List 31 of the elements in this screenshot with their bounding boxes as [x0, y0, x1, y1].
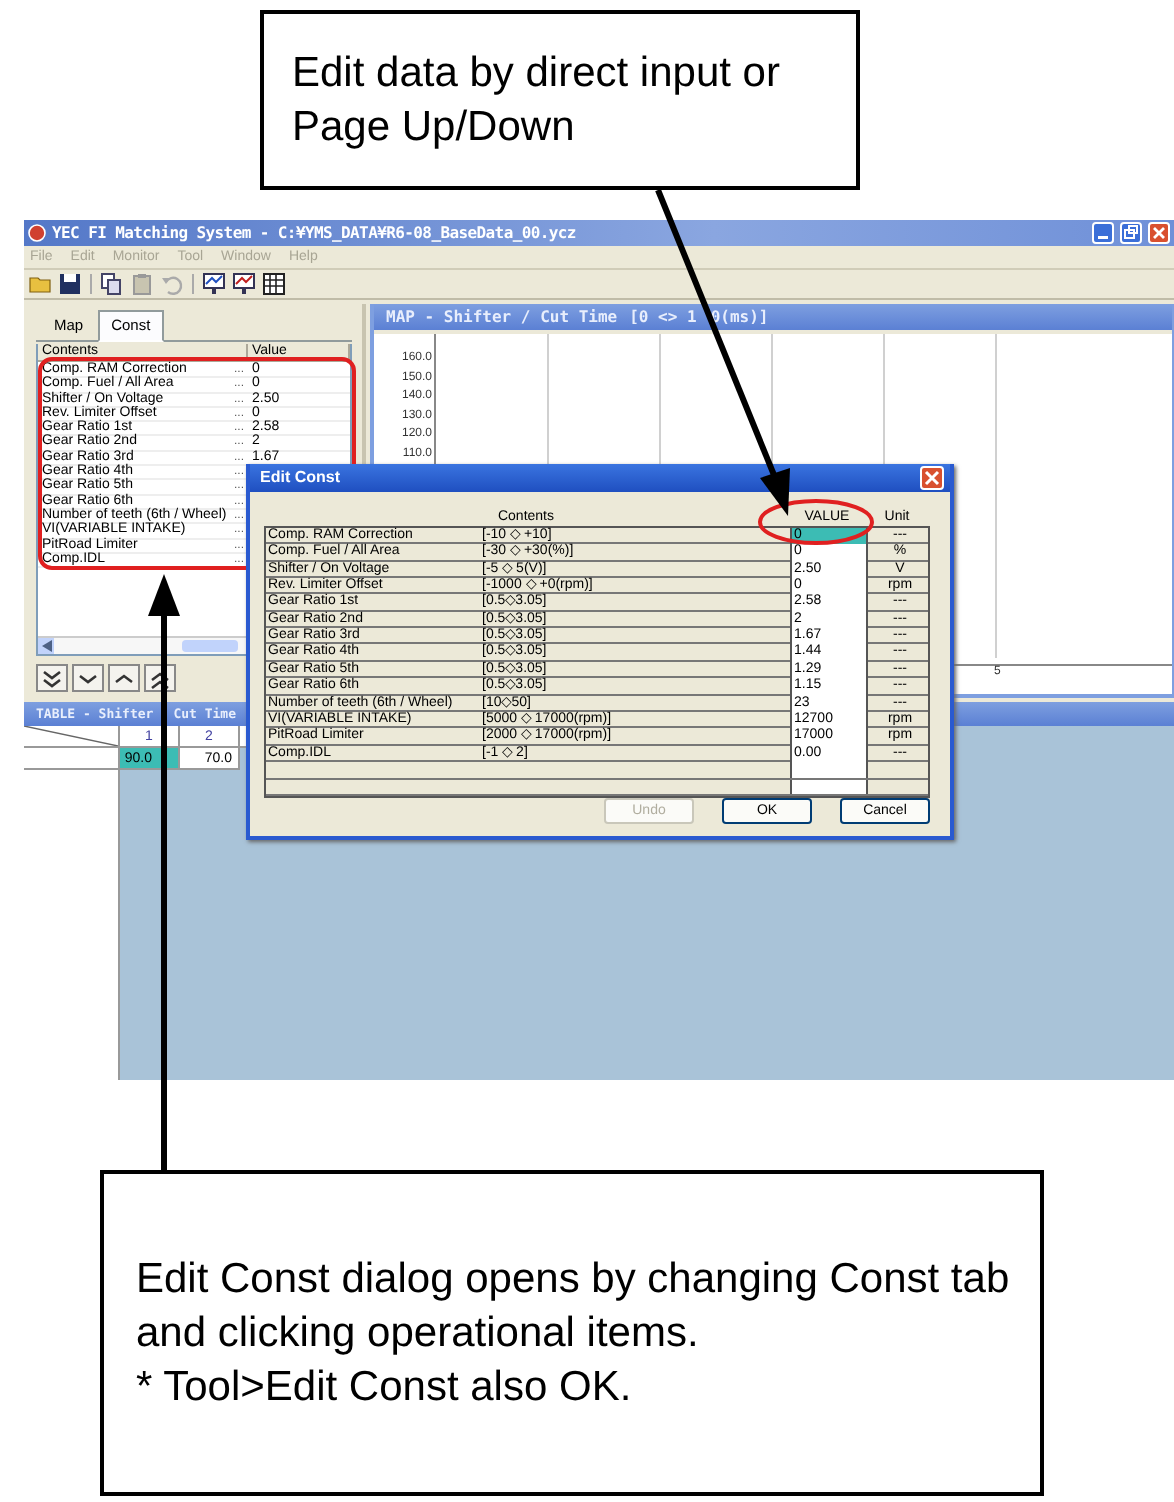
double-chevron-down-button[interactable] — [36, 664, 68, 692]
app-logo-icon — [28, 224, 46, 242]
copy-icon[interactable] — [100, 272, 124, 296]
restore-button[interactable] — [1120, 222, 1142, 244]
scrollbar-thumb[interactable] — [182, 640, 238, 652]
scroll-left-button[interactable] — [38, 638, 54, 654]
value-range: 0(ms)] — [710, 308, 769, 326]
corner-cell — [24, 726, 120, 748]
callout-text: Edit Const dialog opens by changing Const tab and clicking operational items. — [136, 1253, 1012, 1360]
close-icon — [1150, 224, 1168, 242]
panel-title: MAP - Shifter / Cut Time — [386, 308, 618, 326]
close-icon — [924, 469, 940, 486]
chevron-up-button[interactable] — [108, 664, 140, 692]
chevron-down-button[interactable] — [72, 664, 104, 692]
value-range: [0 <> 1 — [629, 308, 697, 326]
minimize-button[interactable] — [1092, 222, 1114, 244]
dialog-title: Edit Const — [260, 468, 340, 487]
callout-text: * Tool>Edit Const also OK. — [136, 1362, 634, 1415]
monitor-icon[interactable] — [202, 272, 226, 296]
close-button[interactable] — [1148, 222, 1170, 244]
callout-text: Edit data by direct input or Page Up/Down — [292, 47, 782, 154]
highlight-oval — [758, 499, 874, 545]
row-header — [24, 748, 120, 770]
monitor-icon[interactable] — [232, 272, 256, 296]
window-title: YEC FI Matching System - C:¥YMS_DATA¥R6-08_BaseData_00.ycz — [52, 224, 578, 242]
grid-icon[interactable] — [262, 272, 286, 296]
restore-icon — [1122, 224, 1140, 242]
left-triangle-icon — [41, 640, 51, 652]
close-button[interactable] — [920, 465, 944, 490]
floppy-icon[interactable] — [58, 272, 82, 296]
clipboard-icon[interactable] — [130, 272, 154, 296]
